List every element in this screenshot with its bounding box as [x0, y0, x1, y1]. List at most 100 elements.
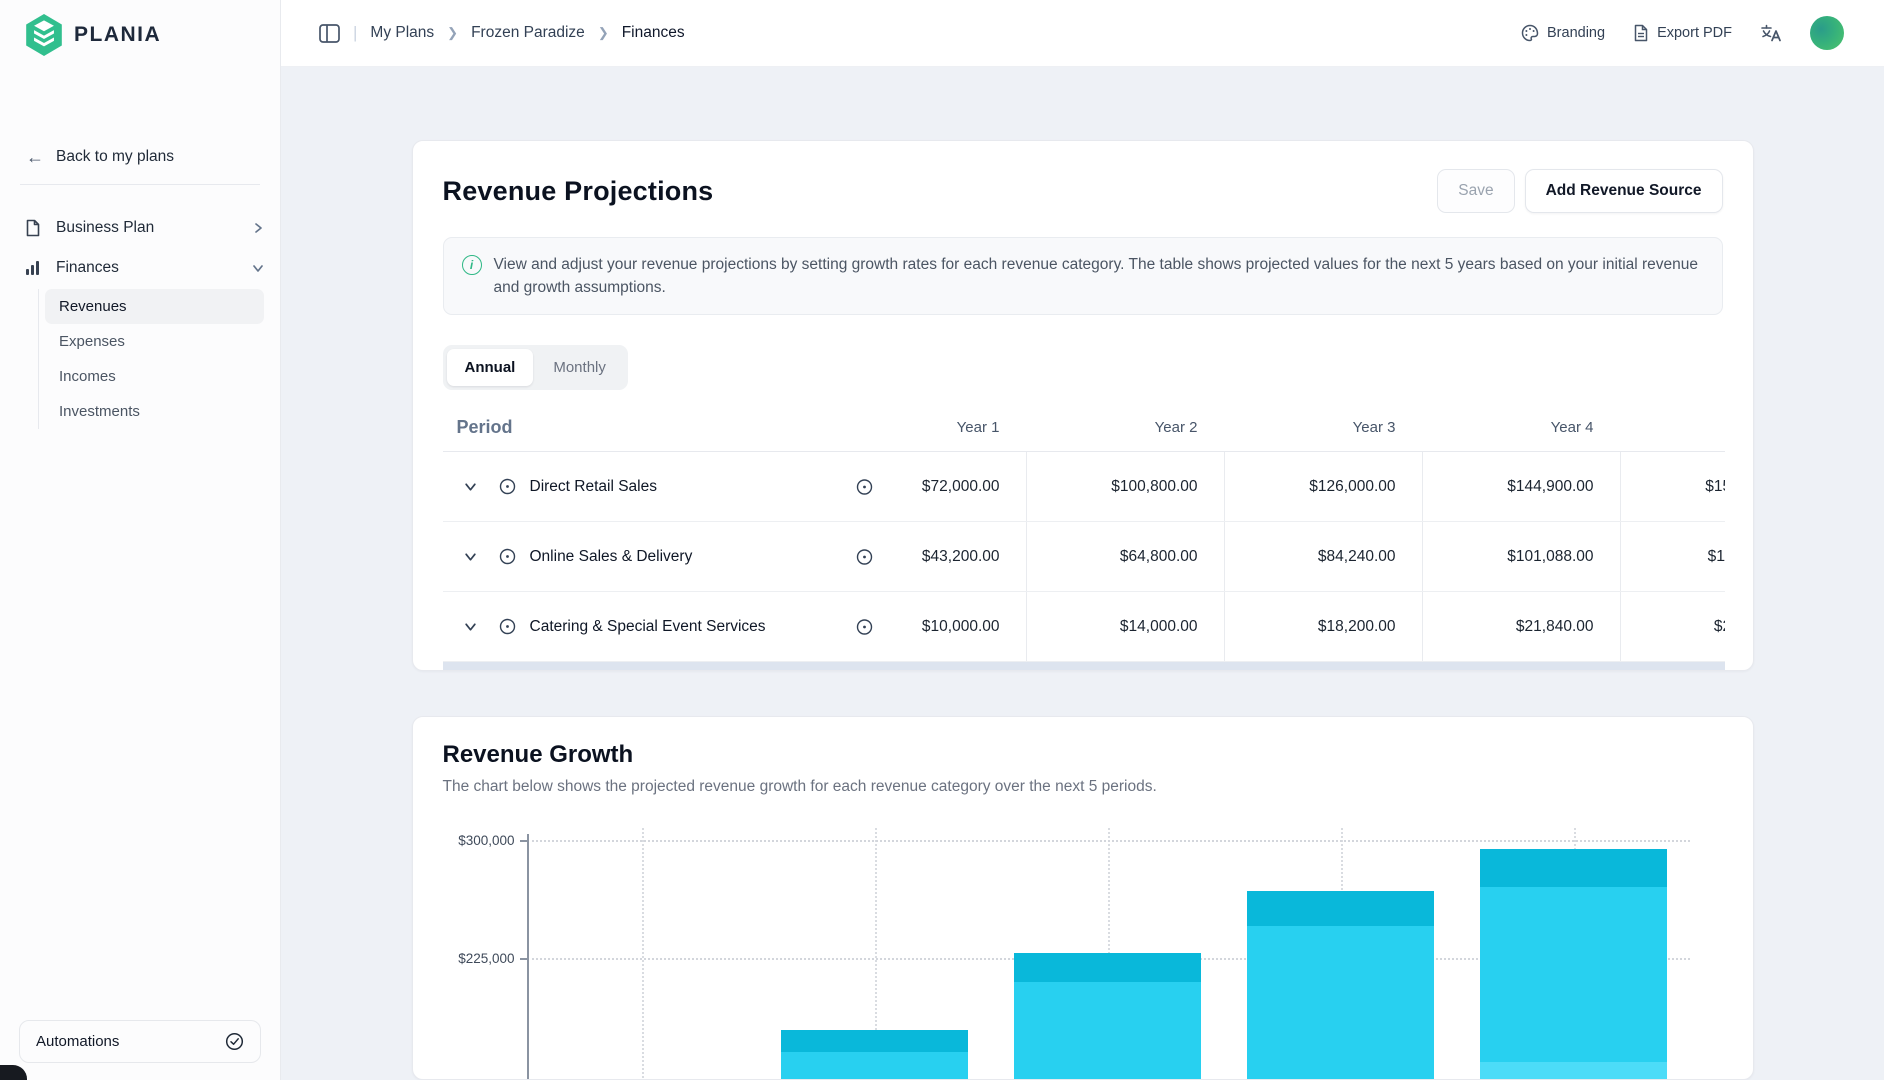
bar-segment[interactable]	[1480, 887, 1667, 1062]
save-button[interactable]: Save	[1437, 169, 1514, 213]
tab-monthly[interactable]: Monthly	[535, 349, 624, 386]
cell-value[interactable]: $43,200.00	[922, 548, 1000, 566]
bar-segment[interactable]	[781, 1052, 968, 1080]
topbar-actions: Branding Export PDF	[1521, 16, 1844, 50]
period-header: Period	[443, 417, 828, 438]
sidebar-item-business-plan[interactable]: Business Plan	[24, 209, 264, 247]
breadcrumb-my-plans[interactable]: My Plans	[370, 24, 434, 42]
branding-button[interactable]: Branding	[1521, 24, 1605, 42]
automations-label: Automations	[36, 1033, 119, 1050]
row-expand-button[interactable]	[457, 543, 485, 571]
y-axis-tick-label: $300,000	[445, 833, 515, 848]
cell-value[interactable]: $111,196.80	[1708, 548, 1725, 566]
bar-segment[interactable]	[1480, 849, 1667, 887]
back-arrow-icon: ←	[26, 148, 44, 166]
cell-value[interactable]: $10,000.00	[922, 618, 1000, 636]
year-header: Year 3	[1224, 419, 1422, 436]
year-header: Year 1	[828, 419, 1026, 436]
growth-rate-icon[interactable]	[856, 548, 873, 565]
back-to-plans-link[interactable]: ← Back to my plans	[26, 148, 256, 166]
cell-value[interactable]: $24,024.00	[1714, 618, 1725, 636]
bar-segment[interactable]	[781, 1030, 968, 1052]
breadcrumb-plan-name[interactable]: Frozen Paradize	[471, 24, 585, 42]
chevron-right-icon: ❯	[598, 25, 609, 41]
cell-value[interactable]: $100,800.00	[1111, 478, 1197, 496]
chevron-right-icon: ❯	[447, 25, 458, 41]
sidebar: PLANIA ← Back to my plans Business Plan	[0, 0, 281, 1080]
info-banner: i View and adjust your revenue projectio…	[443, 237, 1723, 315]
bar-segment[interactable]	[1014, 982, 1201, 1080]
sidebar-item-expenses[interactable]: Expenses	[45, 324, 264, 359]
bar-segment[interactable]	[1014, 953, 1201, 982]
cell-value[interactable]: $18,200.00	[1318, 618, 1396, 636]
info-icon: i	[462, 255, 482, 275]
total-revenue-row: Total Revenue $125,200.00 $179,600.00 $2…	[443, 662, 1725, 671]
bar-segment[interactable]	[1480, 1062, 1667, 1080]
y-axis-line	[527, 834, 529, 1080]
file-export-icon	[1633, 24, 1649, 42]
brand-wordmark: PLANIA	[74, 23, 161, 47]
revenue-growth-card: Revenue Growth The chart below shows the…	[412, 716, 1754, 1080]
cell-value[interactable]: $159,390.00	[1705, 478, 1724, 496]
sidebar-item-investments[interactable]: Investments	[45, 394, 264, 429]
avatar[interactable]	[1810, 16, 1844, 50]
add-revenue-source-button[interactable]: Add Revenue Source	[1525, 169, 1723, 213]
page-title: Revenue Projections	[443, 176, 714, 207]
growth-title: Revenue Growth	[443, 741, 1723, 769]
cell-value[interactable]: $144,900.00	[1507, 478, 1593, 496]
translate-button[interactable]	[1760, 23, 1782, 43]
sidebar-toggle-button[interactable]	[319, 24, 340, 43]
cell-value[interactable]: $126,000.00	[1309, 478, 1395, 496]
year-header: Year 5	[1620, 419, 1725, 436]
finances-submenu: Revenues Expenses Incomes Investments	[38, 289, 264, 429]
cell-value[interactable]: $101,088.00	[1507, 548, 1593, 566]
chat-widget-bubble[interactable]	[0, 1065, 27, 1080]
page-content: Revenue Projections Save Add Revenue Sou…	[281, 67, 1884, 1080]
sidebar-item-finances[interactable]: Finances	[24, 249, 264, 287]
category-info-icon[interactable]	[499, 618, 516, 635]
sidebar-item-label: Business Plan	[56, 219, 238, 237]
document-icon	[24, 219, 42, 237]
table-header-row: Period Year 1 Year 2 Year 3 Year 4 Year …	[443, 404, 1725, 452]
row-expand-button[interactable]	[457, 473, 485, 501]
info-banner-text: View and adjust your revenue projections…	[494, 253, 1704, 299]
table-row: Catering & Special Event Services $10,00…	[443, 592, 1725, 662]
revenue-source-name: Direct Retail Sales	[530, 478, 658, 496]
automations-button[interactable]: Automations	[19, 1020, 261, 1063]
row-expand-button[interactable]	[457, 613, 485, 641]
brand-logo[interactable]: PLANIA	[0, 0, 280, 56]
growth-rate-icon[interactable]	[856, 478, 873, 495]
export-pdf-label: Export PDF	[1657, 25, 1732, 41]
export-pdf-button[interactable]: Export PDF	[1633, 24, 1732, 42]
bar-segment[interactable]	[1247, 891, 1434, 925]
revenue-source-name: Online Sales & Delivery	[530, 548, 693, 566]
horizontal-gridline	[527, 840, 1690, 842]
main-area: | My Plans ❯ Frozen Paradize ❯ Finances …	[281, 0, 1884, 1080]
chevron-down-icon	[252, 262, 264, 274]
category-info-icon[interactable]	[499, 478, 516, 495]
sidebar-item-revenues[interactable]: Revenues	[45, 289, 264, 324]
tab-annual[interactable]: Annual	[447, 349, 534, 386]
cell-value[interactable]: $64,800.00	[1120, 548, 1198, 566]
cell-value[interactable]: $21,840.00	[1516, 618, 1594, 636]
app-root: PLANIA ← Back to my plans Business Plan	[0, 0, 1884, 1080]
growth-rate-icon[interactable]	[856, 618, 873, 635]
cell-value[interactable]: $72,000.00	[922, 478, 1000, 496]
revenue-growth-chart: $300,000$225,000	[443, 812, 1725, 1080]
cell-value[interactable]: $14,000.00	[1120, 618, 1198, 636]
y-axis-tick	[520, 958, 527, 960]
category-info-icon[interactable]	[499, 548, 516, 565]
sidebar-item-incomes[interactable]: Incomes	[45, 359, 264, 394]
cell-value[interactable]: $84,240.00	[1318, 548, 1396, 566]
plania-hexagon-icon	[24, 13, 64, 57]
table-row: Online Sales & Delivery $43,200.00 $64,8…	[443, 522, 1725, 592]
sidebar-item-label: Finances	[56, 259, 238, 277]
bar-segment[interactable]	[1247, 926, 1434, 1080]
sidebar-nav: Business Plan Finances Revenues Expenses…	[0, 209, 280, 429]
chevron-right-icon	[252, 222, 264, 234]
vertical-gridline	[642, 828, 644, 1080]
topbar: | My Plans ❯ Frozen Paradize ❯ Finances …	[281, 0, 1884, 67]
check-circle-icon	[225, 1032, 244, 1051]
revenue-projections-card: Revenue Projections Save Add Revenue Sou…	[412, 140, 1754, 671]
back-label: Back to my plans	[56, 148, 174, 166]
